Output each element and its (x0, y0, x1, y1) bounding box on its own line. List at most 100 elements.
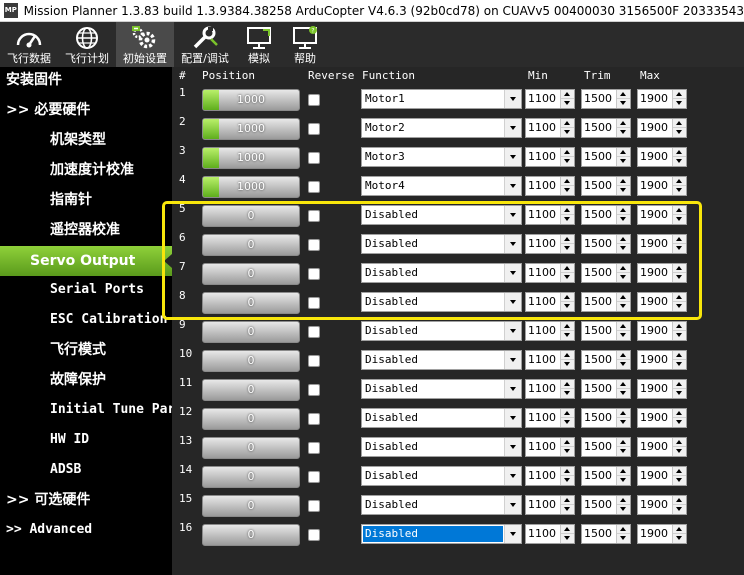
min-stepper[interactable]: 1100 (525, 147, 575, 167)
sidebar-item-initial-tune[interactable]: Initial Tune Parameters (0, 395, 172, 425)
spin-down-icon[interactable] (673, 99, 686, 108)
chevron-down-icon[interactable] (504, 235, 521, 253)
sidebar-item-hw-id[interactable]: HW ID (0, 425, 172, 455)
toolbar-help-button[interactable]: ? 帮助 (282, 22, 328, 67)
reverse-checkbox[interactable] (308, 442, 320, 454)
chevron-down-icon[interactable] (504, 438, 521, 456)
spin-down-icon[interactable] (561, 244, 574, 253)
reverse-checkbox[interactable] (308, 529, 320, 541)
spin-down-icon[interactable] (673, 128, 686, 137)
spin-down-icon[interactable] (673, 331, 686, 340)
spin-down-icon[interactable] (617, 331, 630, 340)
spin-down-icon[interactable] (673, 534, 686, 543)
chevron-down-icon[interactable] (504, 351, 521, 369)
spin-up-icon[interactable] (561, 177, 574, 186)
max-stepper[interactable]: 1900 (637, 408, 687, 428)
spin-down-icon[interactable] (617, 418, 630, 427)
spin-down-icon[interactable] (561, 476, 574, 485)
chevron-down-icon[interactable] (504, 148, 521, 166)
max-stepper[interactable]: 1900 (637, 466, 687, 486)
function-dropdown[interactable]: Motor4 (361, 176, 522, 196)
function-dropdown[interactable]: Motor3 (361, 147, 522, 167)
spin-up-icon[interactable] (561, 438, 574, 447)
spin-up-icon[interactable] (561, 380, 574, 389)
spin-down-icon[interactable] (561, 447, 574, 456)
min-stepper[interactable]: 1100 (525, 408, 575, 428)
sidebar-item-failsafe[interactable]: 故障保护 (0, 365, 172, 395)
reverse-checkbox[interactable] (308, 123, 320, 135)
toolbar-config-tuning-button[interactable]: 配置/调试 (174, 22, 236, 67)
spin-down-icon[interactable] (617, 273, 630, 282)
spin-down-icon[interactable] (617, 476, 630, 485)
spin-up-icon[interactable] (617, 293, 630, 302)
max-stepper[interactable]: 1900 (637, 118, 687, 138)
spin-up-icon[interactable] (561, 119, 574, 128)
min-stepper[interactable]: 1100 (525, 118, 575, 138)
spin-up-icon[interactable] (617, 206, 630, 215)
spin-down-icon[interactable] (561, 157, 574, 166)
min-stepper[interactable]: 1100 (525, 89, 575, 109)
spin-down-icon[interactable] (673, 273, 686, 282)
max-stepper[interactable]: 1900 (637, 379, 687, 399)
spin-down-icon[interactable] (561, 215, 574, 224)
function-dropdown[interactable]: Disabled (361, 350, 522, 370)
spin-up-icon[interactable] (561, 90, 574, 99)
trim-stepper[interactable]: 1500 (581, 524, 631, 544)
chevron-down-icon[interactable] (504, 322, 521, 340)
reverse-checkbox[interactable] (308, 326, 320, 338)
spin-down-icon[interactable] (673, 244, 686, 253)
spin-up-icon[interactable] (673, 351, 686, 360)
function-dropdown[interactable]: Disabled (361, 263, 522, 283)
spin-up-icon[interactable] (617, 496, 630, 505)
min-stepper[interactable]: 1100 (525, 263, 575, 283)
spin-up-icon[interactable] (673, 467, 686, 476)
spin-down-icon[interactable] (561, 389, 574, 398)
spin-down-icon[interactable] (561, 128, 574, 137)
spin-down-icon[interactable] (673, 476, 686, 485)
spin-up-icon[interactable] (617, 177, 630, 186)
spin-down-icon[interactable] (561, 534, 574, 543)
trim-stepper[interactable]: 1500 (581, 205, 631, 225)
spin-up-icon[interactable] (561, 409, 574, 418)
sidebar-item-frame-type[interactable]: 机架类型 (0, 125, 172, 155)
trim-stepper[interactable]: 1500 (581, 263, 631, 283)
spin-down-icon[interactable] (561, 418, 574, 427)
chevron-down-icon[interactable] (504, 409, 521, 427)
min-stepper[interactable]: 1100 (525, 234, 575, 254)
spin-up-icon[interactable] (673, 235, 686, 244)
reverse-checkbox[interactable] (308, 413, 320, 425)
spin-up-icon[interactable] (673, 90, 686, 99)
spin-up-icon[interactable] (673, 119, 686, 128)
function-dropdown[interactable]: Disabled (361, 495, 522, 515)
trim-stepper[interactable]: 1500 (581, 89, 631, 109)
max-stepper[interactable]: 1900 (637, 350, 687, 370)
trim-stepper[interactable]: 1500 (581, 147, 631, 167)
spin-up-icon[interactable] (617, 351, 630, 360)
function-dropdown[interactable]: Disabled (361, 379, 522, 399)
spin-up-icon[interactable] (673, 264, 686, 273)
spin-up-icon[interactable] (561, 235, 574, 244)
min-stepper[interactable]: 1100 (525, 379, 575, 399)
min-stepper[interactable]: 1100 (525, 292, 575, 312)
max-stepper[interactable]: 1900 (637, 205, 687, 225)
function-dropdown[interactable]: Disabled (361, 205, 522, 225)
spin-down-icon[interactable] (561, 331, 574, 340)
trim-stepper[interactable]: 1500 (581, 466, 631, 486)
trim-stepper[interactable]: 1500 (581, 321, 631, 341)
spin-up-icon[interactable] (673, 322, 686, 331)
trim-stepper[interactable]: 1500 (581, 292, 631, 312)
toolbar-initial-setup-button[interactable]: 初始设置 (116, 22, 174, 67)
chevron-down-icon[interactable] (504, 293, 521, 311)
reverse-checkbox[interactable] (308, 152, 320, 164)
chevron-down-icon[interactable] (504, 380, 521, 398)
spin-down-icon[interactable] (561, 99, 574, 108)
spin-up-icon[interactable] (673, 293, 686, 302)
trim-stepper[interactable]: 1500 (581, 176, 631, 196)
max-stepper[interactable]: 1900 (637, 89, 687, 109)
sidebar-item-adsb[interactable]: ADSB (0, 455, 172, 485)
spin-up-icon[interactable] (617, 438, 630, 447)
spin-down-icon[interactable] (617, 186, 630, 195)
reverse-checkbox[interactable] (308, 384, 320, 396)
spin-up-icon[interactable] (673, 496, 686, 505)
spin-down-icon[interactable] (617, 244, 630, 253)
